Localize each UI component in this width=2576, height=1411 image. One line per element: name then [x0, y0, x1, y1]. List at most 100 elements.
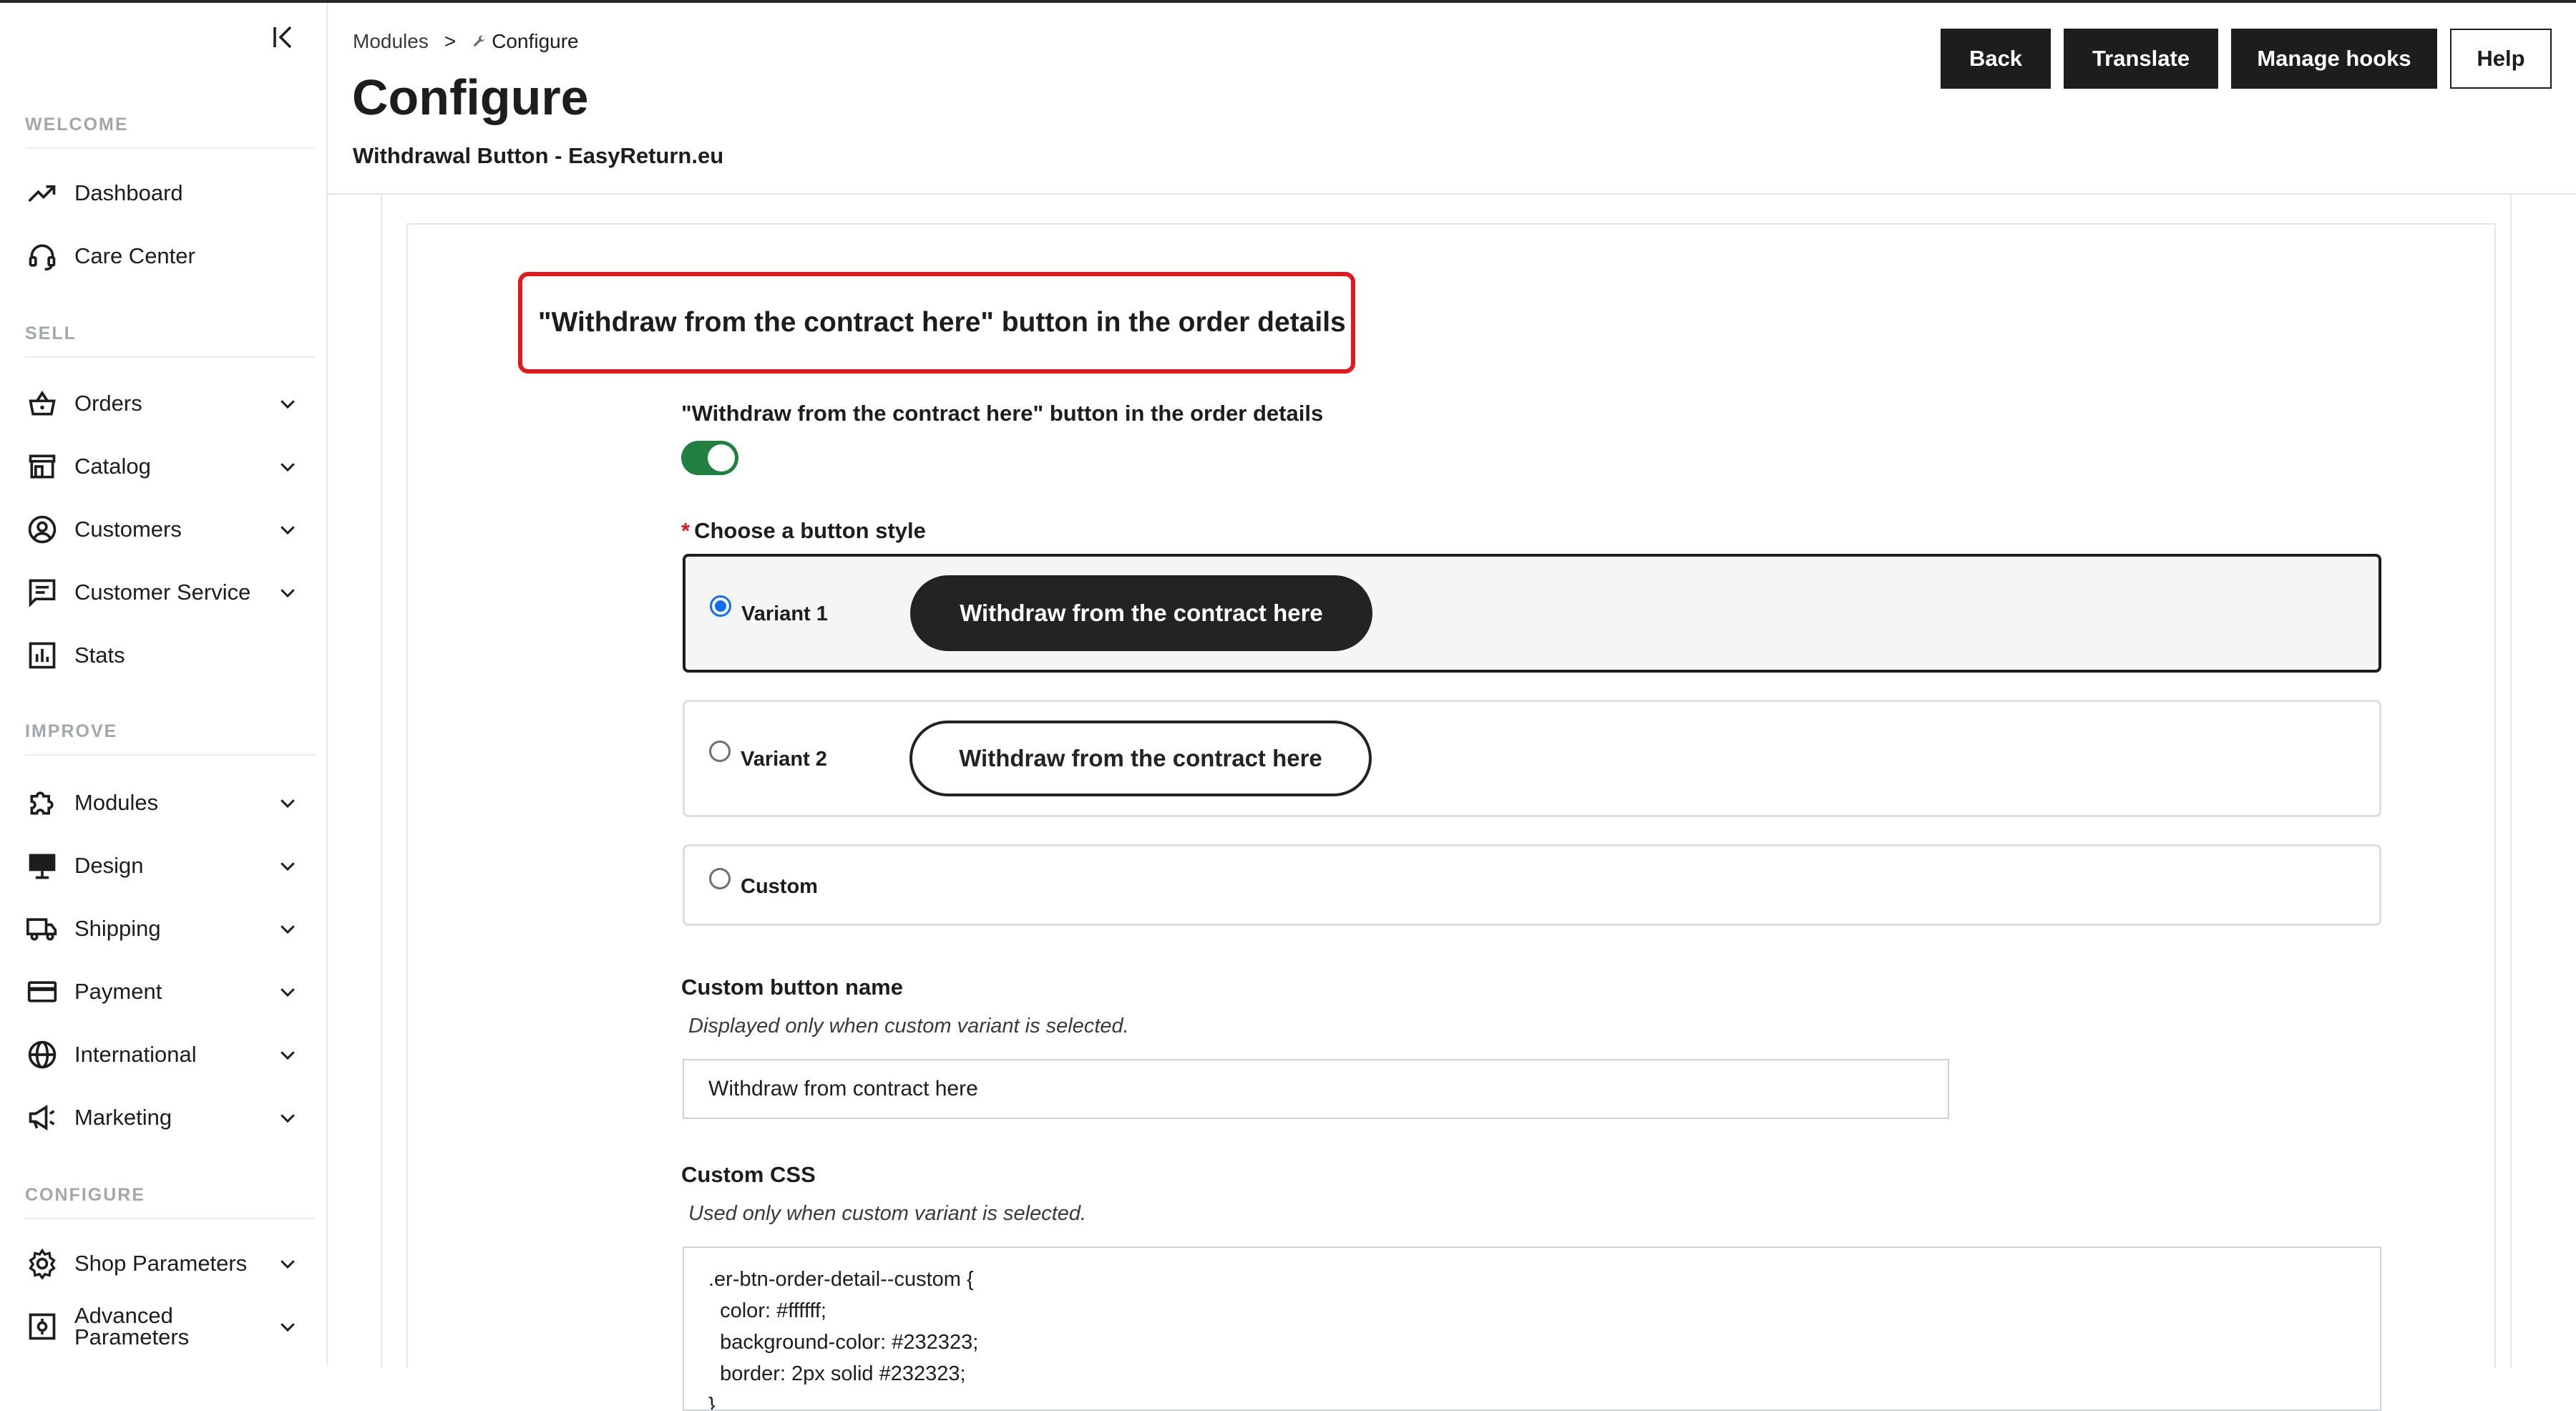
sidebar-item-payment[interactable]: Payment: [26, 970, 305, 1013]
puzzle-icon: [26, 786, 59, 819]
required-mark: *: [681, 518, 691, 543]
custom-button-name-help: Displayed only when custom variant is se…: [688, 1015, 1129, 1038]
chevron-down-icon: [275, 979, 301, 1005]
section-title-welcome: WELCOME: [25, 114, 315, 149]
page-subtitle: Withdrawal Button - EasyReturn.eu: [353, 143, 724, 168]
settings-applications-icon: [26, 1310, 59, 1343]
sidebar-item-stats[interactable]: Stats: [26, 634, 305, 677]
basket-icon: [26, 387, 59, 420]
sidebar-item-label: Payment: [74, 979, 162, 1004]
breadcrumb: Modules > Configure: [353, 30, 579, 53]
breadcrumb-link-modules[interactable]: Modules: [353, 30, 429, 53]
chevron-down-icon: [275, 391, 301, 416]
help-button[interactable]: Help: [2450, 29, 2552, 89]
form-panel: "Withdraw from the contract here" button…: [406, 223, 2496, 1411]
sidebar-item-label: Care Center: [74, 243, 195, 268]
page-title: Configure: [352, 69, 589, 125]
message-icon: [26, 576, 59, 609]
sidebar-item-marketing[interactable]: Marketing: [26, 1096, 305, 1139]
variant-1-radio[interactable]: [710, 595, 731, 617]
account-circle-icon: [26, 513, 59, 546]
chevron-down-icon: [275, 1314, 301, 1339]
trending-up-icon: [26, 177, 59, 210]
variant-2-radio[interactable]: [709, 741, 731, 762]
page-header: Modules > Configure Configure Withdrawal…: [328, 3, 2576, 195]
sidebar-item-label: Modules: [74, 790, 159, 815]
custom-variant-radio[interactable]: [709, 868, 731, 889]
section-title-improve: IMPROVE: [25, 721, 315, 756]
back-button[interactable]: Back: [1941, 29, 2051, 89]
variant-2-preview-button: Withdraw from the contract here: [909, 721, 1372, 796]
sidebar-item-label: Catalog: [74, 454, 151, 479]
wrench-icon: [474, 35, 485, 47]
sidebar-item-dashboard[interactable]: Dashboard: [26, 172, 305, 215]
toggle-knob: [708, 444, 735, 472]
sidebar-item-orders[interactable]: Orders: [26, 382, 305, 425]
breadcrumb-current: Configure: [472, 30, 579, 53]
variant-1-option[interactable]: Variant 1 Withdraw from the contract her…: [683, 554, 2381, 673]
chevron-down-icon: [275, 916, 301, 942]
main-content: "Withdraw from the contract here" button…: [329, 195, 2576, 1411]
sidebar-item-label: Design: [74, 853, 144, 878]
custom-variant-option[interactable]: Custom: [683, 844, 2381, 926]
truck-icon: [26, 912, 59, 945]
custom-css-label: Custom CSS: [681, 1162, 816, 1187]
sidebar-item-catalog[interactable]: Catalog: [26, 445, 305, 488]
breadcrumb-separator: >: [444, 30, 457, 52]
sidebar-item-international[interactable]: International: [26, 1033, 305, 1076]
sidebar-item-label: International: [74, 1042, 197, 1067]
sidebar-item-label: Advanced Parameters: [74, 1303, 190, 1349]
headset-icon: [26, 240, 59, 273]
sidebar-item-care-center[interactable]: Care Center: [26, 235, 305, 278]
chevron-down-icon: [275, 580, 301, 605]
custom-button-name-input[interactable]: Withdraw from contract here: [683, 1059, 1949, 1119]
desktop-icon: [26, 849, 59, 882]
enable-button-toggle[interactable]: [681, 441, 738, 475]
gear-icon: [26, 1247, 59, 1280]
sidebar-item-design[interactable]: Design: [26, 844, 305, 887]
credit-card-icon: [26, 975, 59, 1008]
form-section-title: "Withdraw from the contract here" button…: [538, 307, 1346, 338]
chevron-down-icon: [275, 853, 301, 879]
bar-chart-icon: [26, 639, 59, 672]
chevron-down-icon: [275, 517, 301, 542]
sidebar-item-customers[interactable]: Customers: [26, 508, 305, 551]
sidebar-item-modules[interactable]: Modules: [26, 781, 305, 824]
chevron-down-icon: [275, 1105, 301, 1131]
sidebar-item-advanced-parameters[interactable]: Advanced Parameters: [26, 1303, 305, 1349]
collapse-sidebar-icon[interactable]: [269, 21, 298, 53]
sidebar-item-shipping[interactable]: Shipping: [26, 907, 305, 950]
sidebar-item-label: Dashboard: [74, 180, 183, 205]
button-style-label: * Choose a button style: [681, 518, 926, 543]
custom-variant-label: Custom: [741, 875, 818, 898]
variant-1-label: Variant 1: [741, 602, 828, 625]
custom-css-textarea[interactable]: .er-btn-order-detail--custom { color: #f…: [683, 1246, 2381, 1411]
chevron-down-icon: [275, 790, 301, 816]
megaphone-icon: [26, 1101, 59, 1134]
globe-icon: [26, 1038, 59, 1071]
variant-1-preview-button: Withdraw from the contract here: [910, 575, 1372, 651]
store-icon: [26, 450, 59, 483]
chevron-down-icon: [275, 1251, 301, 1276]
section-title-highlight: "Withdraw from the contract here" button…: [518, 272, 1355, 374]
sidebar-item-customer-service[interactable]: Customer Service: [26, 571, 305, 614]
sidebar-item-shop-parameters[interactable]: Shop Parameters: [26, 1242, 305, 1285]
section-title-configure: CONFIGURE: [25, 1185, 315, 1219]
sidebar-item-label: Orders: [74, 391, 142, 416]
sidebar-item-label: Shipping: [74, 916, 161, 941]
toggle-label: "Withdraw from the contract here" button…: [681, 401, 1324, 426]
manage-hooks-button[interactable]: Manage hooks: [2231, 29, 2437, 89]
sidebar-item-label: Customers: [74, 517, 182, 542]
chevron-down-icon: [275, 1042, 301, 1068]
section-title-sell: SELL: [25, 323, 315, 358]
custom-css-help: Used only when custom variant is selecte…: [688, 1202, 1087, 1225]
custom-button-name-label: Custom button name: [681, 975, 903, 1000]
sidebar-item-label: Shop Parameters: [74, 1251, 248, 1276]
sidebar: WELCOME Dashboard Care Center SELL Order…: [0, 3, 328, 1365]
sidebar-item-label: Marketing: [74, 1105, 172, 1130]
sidebar-item-label: Customer Service: [74, 580, 251, 605]
translate-button[interactable]: Translate: [2064, 29, 2218, 89]
variant-2-option[interactable]: Variant 2 Withdraw from the contract her…: [683, 700, 2381, 817]
variant-2-label: Variant 2: [741, 748, 827, 771]
chevron-down-icon: [275, 454, 301, 479]
